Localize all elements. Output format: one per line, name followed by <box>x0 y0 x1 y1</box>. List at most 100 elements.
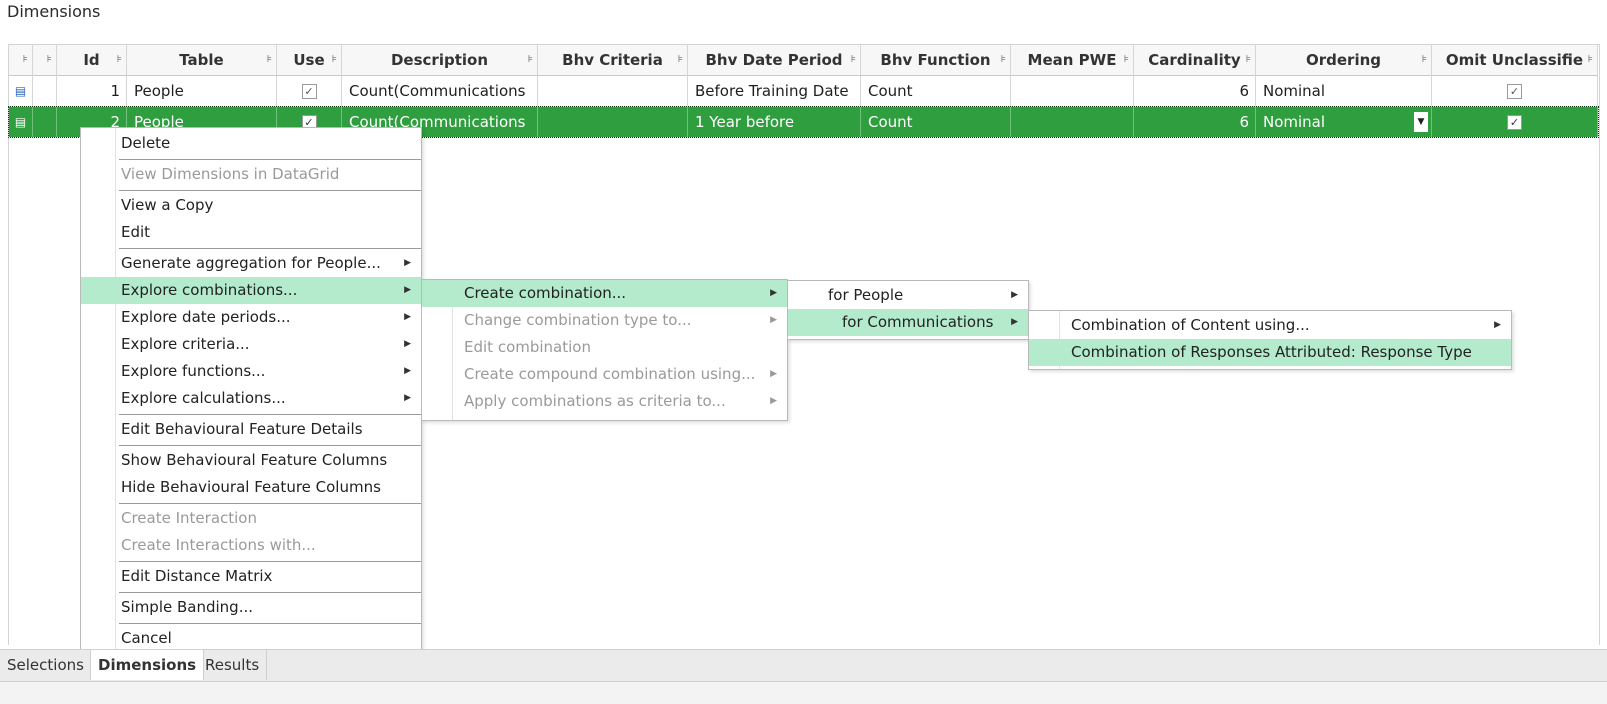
menu-item-hide-behavioural-feature-columns[interactable]: Hide Behavioural Feature Columns <box>81 474 421 501</box>
column-header-ordering[interactable]: Ordering ⊧ <box>1256 45 1432 76</box>
cell-description[interactable]: Count(Communications <box>342 76 538 106</box>
table-row[interactable]: ▤ 1 People ✓ Count(Communications Before… <box>9 76 1599 107</box>
drag-cell[interactable] <box>33 107 57 137</box>
tab-dimensions[interactable]: Dimensions <box>90 650 205 680</box>
menu-item-combination-of-content[interactable]: Combination of Content using... ▶ <box>1029 312 1511 339</box>
pin-icon[interactable]: ⊧ <box>1246 54 1251 65</box>
column-header-bhv-criteria[interactable]: Bhv Criteria ⊧ <box>538 45 688 76</box>
menu-item-combination-of-responses[interactable]: Combination of Responses Attributed: Res… <box>1029 339 1511 366</box>
menu-separator <box>119 503 421 504</box>
omit-unclassified-checkbox[interactable]: ✓ <box>1507 114 1522 130</box>
tab-selections[interactable]: Selections <box>0 650 92 680</box>
pin-icon[interactable]: ⊧ <box>1422 54 1427 65</box>
row-indicator-header[interactable]: ⊧ <box>9 45 33 76</box>
omit-unclassified-checkbox[interactable]: ✓ <box>1507 83 1522 99</box>
pin-icon[interactable]: ⊧ <box>851 54 856 65</box>
submenu-arrow-icon: ▶ <box>404 366 411 376</box>
menu-item-apply-combinations-as-criteria[interactable]: Apply combinations as criteria to... ▶ <box>422 388 787 415</box>
cell-bhv-criteria[interactable] <box>538 76 688 106</box>
menu-item-edit-distance-matrix[interactable]: Edit Distance Matrix <box>81 563 421 590</box>
ordering-dropdown-button[interactable]: ▼ <box>1414 112 1428 132</box>
submenu-arrow-icon: ▶ <box>1494 320 1501 330</box>
menu-separator <box>119 159 421 160</box>
pin-icon[interactable]: ⊧ <box>678 54 683 65</box>
column-header-table[interactable]: Table ⊧ <box>127 45 277 76</box>
panel-title: Dimensions <box>7 2 101 21</box>
cell-id[interactable]: 1 <box>57 76 127 106</box>
menu-item-view-a-copy[interactable]: View a Copy <box>81 192 421 219</box>
menu-item-for-people[interactable]: for People ▶ <box>788 282 1028 309</box>
menu-item-for-communications[interactable]: for Communications ▶ <box>788 309 1028 336</box>
submenu-arrow-icon: ▶ <box>770 369 777 379</box>
cell-omit-unclassified[interactable]: ✓ <box>1432 76 1598 106</box>
cell-mean-pwe[interactable] <box>1011 107 1134 137</box>
menu-item-simple-banding[interactable]: Simple Banding... <box>81 594 421 621</box>
menu-item-view-dimensions-in-datagrid[interactable]: View Dimensions in DataGrid <box>81 161 421 188</box>
tab-results[interactable]: Results <box>198 650 268 680</box>
submenu-create-combination: for People ▶ for Communications ▶ <box>787 280 1029 340</box>
menu-item-show-behavioural-feature-columns[interactable]: Show Behavioural Feature Columns <box>81 447 421 474</box>
cell-bhv-function[interactable]: Count <box>861 107 1011 137</box>
cell-ordering[interactable]: Nominal ▼ <box>1256 107 1432 137</box>
use-checkbox[interactable]: ✓ <box>301 83 317 99</box>
menu-item-generate-aggregation[interactable]: Generate aggregation for People... ▶ <box>81 250 421 277</box>
menu-item-edit-behavioural-feature-details[interactable]: Edit Behavioural Feature Details <box>81 416 421 443</box>
pin-icon[interactable]: ⊧ <box>117 54 122 65</box>
menu-item-create-interactions-with[interactable]: Create Interactions with... <box>81 532 421 559</box>
menu-item-edit-combination[interactable]: Edit combination <box>422 334 787 361</box>
cell-omit-unclassified[interactable]: ✓ <box>1432 107 1598 137</box>
cell-bhv-criteria[interactable] <box>538 107 688 137</box>
context-menu: Delete View Dimensions in DataGrid View … <box>80 127 422 664</box>
bottom-tab-bar: Selections Dimensions Results <box>0 649 1607 681</box>
cell-use[interactable]: ✓ <box>277 76 342 106</box>
pin-icon[interactable]: ⊧ <box>1001 54 1006 65</box>
submenu-explore-combinations: Create combination... ▶ Change combinatio… <box>421 279 788 421</box>
cell-mean-pwe[interactable] <box>1011 76 1134 106</box>
menu-item-explore-functions[interactable]: Explore functions... ▶ <box>81 358 421 385</box>
menu-item-change-combination-type[interactable]: Change combination type to... ▶ <box>422 307 787 334</box>
column-header-use[interactable]: Use ⊧ <box>277 45 342 76</box>
pin-icon[interactable]: ⊧ <box>267 54 272 65</box>
grid-header: ⊧ ⊧ Id ⊧ Table ⊧ Use ⊧ Description ⊧ Bhv Cri… <box>9 45 1599 76</box>
pin-icon[interactable]: ⊧ <box>1124 54 1129 65</box>
column-header-bhv-date-period[interactable]: Bhv Date Period ⊧ <box>688 45 861 76</box>
menu-item-create-interaction[interactable]: Create Interaction <box>81 505 421 532</box>
cell-bhv-date-period[interactable]: 1 Year before <box>688 107 861 137</box>
submenu-for-communications: Combination of Content using... ▶ Combina… <box>1028 310 1512 370</box>
column-header-description[interactable]: Description ⊧ <box>342 45 538 76</box>
pin-icon[interactable]: ⊧ <box>528 54 533 65</box>
menu-item-delete[interactable]: Delete <box>81 130 421 157</box>
column-header-omit-unclassified[interactable]: Omit Unclassifie ⊧ <box>1432 45 1598 76</box>
pin-icon[interactable]: ⊧ <box>1588 54 1593 65</box>
pin-icon[interactable]: ⊧ <box>23 54 28 65</box>
row-indicator-icon[interactable]: ▤ <box>9 107 33 137</box>
menu-item-explore-calculations[interactable]: Explore calculations... ▶ <box>81 385 421 412</box>
menu-separator <box>119 445 421 446</box>
cell-cardinality[interactable]: 6 <box>1134 107 1256 137</box>
cell-bhv-function[interactable]: Count <box>861 76 1011 106</box>
drag-column-header[interactable]: ⊧ <box>33 45 57 76</box>
menu-item-create-combination[interactable]: Create combination... ▶ <box>422 280 787 307</box>
column-header-id[interactable]: Id ⊧ <box>57 45 127 76</box>
menu-item-create-compound-combination[interactable]: Create compound combination using... ▶ <box>422 361 787 388</box>
menu-item-explore-combinations[interactable]: Explore combinations... ▶ <box>81 277 421 304</box>
menu-item-explore-date-periods[interactable]: Explore date periods... ▶ <box>81 304 421 331</box>
column-header-mean-pwe[interactable]: Mean PWE ⊧ <box>1011 45 1134 76</box>
column-header-cardinality[interactable]: Cardinality ⊧ <box>1134 45 1256 76</box>
cell-cardinality[interactable]: 6 <box>1134 76 1256 106</box>
submenu-arrow-icon: ▶ <box>770 315 777 325</box>
cell-bhv-date-period[interactable]: Before Training Date <box>688 76 861 106</box>
row-indicator-icon[interactable]: ▤ <box>9 76 33 106</box>
submenu-arrow-icon: ▶ <box>1011 317 1018 327</box>
pin-icon[interactable]: ⊧ <box>47 54 52 65</box>
drag-cell[interactable] <box>33 76 57 106</box>
cell-ordering[interactable]: Nominal <box>1256 76 1432 106</box>
pin-icon[interactable]: ⊧ <box>332 54 337 65</box>
column-header-bhv-function[interactable]: Bhv Function ⊧ <box>861 45 1011 76</box>
submenu-arrow-icon: ▶ <box>404 312 411 322</box>
menu-item-explore-criteria[interactable]: Explore criteria... ▶ <box>81 331 421 358</box>
cell-table[interactable]: People <box>127 76 277 106</box>
menu-item-cancel[interactable]: Cancel <box>81 625 421 652</box>
menu-item-edit[interactable]: Edit <box>81 219 421 246</box>
menu-separator <box>119 190 421 191</box>
